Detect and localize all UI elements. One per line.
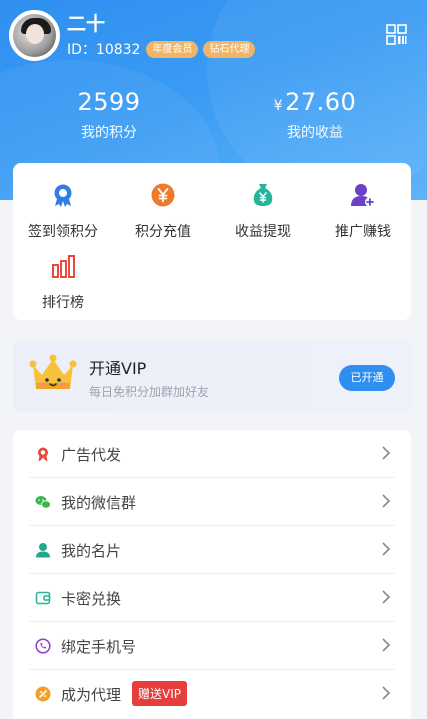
income-stat[interactable]: ¥27.60 我的收益 <box>215 88 415 142</box>
income-label: 我的收益 <box>287 125 343 141</box>
user-id: ID：10832 <box>67 42 141 58</box>
grid-label: 推广赚钱 <box>335 224 391 240</box>
gift-vip-tag: 赠送VIP <box>132 681 187 706</box>
menu-item-bind-phone[interactable]: 绑定手机号 <box>13 622 411 670</box>
feature-grid: 签到领积分 积分充值 收益提现 推广赚钱 排行榜 <box>13 163 411 320</box>
membership-badge: 年度会员 <box>146 40 199 58</box>
yen-coin-icon <box>151 183 175 207</box>
grid-item-recharge[interactable]: 积分充值 <box>113 182 213 241</box>
avatar[interactable] <box>9 10 60 61</box>
menu-list: 广告代发 我的微信群 我的名片 卡密兑换 绑定手机号 成为代理 赠送VIP <box>13 430 411 719</box>
grid-item-ranking[interactable]: 排行榜 <box>13 253 113 312</box>
username: 二十 <box>67 13 106 35</box>
menu-item-become-agent[interactable]: 成为代理 赠送VIP <box>13 670 411 718</box>
add-user-icon <box>351 184 375 207</box>
wechat-icon <box>35 496 51 509</box>
menu-label: 广告代发 <box>61 446 122 464</box>
currency-symbol: ¥ <box>273 98 284 114</box>
grid-label: 积分充值 <box>135 224 191 240</box>
grid-item-withdraw[interactable]: 收益提现 <box>213 182 313 241</box>
chevron-right-icon <box>382 494 391 508</box>
menu-label: 我的名片 <box>61 542 122 560</box>
points-value: 2599 <box>77 88 141 116</box>
chevron-right-icon <box>382 446 391 460</box>
vip-banner[interactable]: 开通VIP 每日免积分加群加好友 已开通 <box>13 341 411 412</box>
phone-icon <box>35 638 51 654</box>
chevron-right-icon <box>382 686 391 700</box>
income-value: 27.60 <box>285 88 357 116</box>
menu-label: 我的微信群 <box>61 494 137 512</box>
user-icon <box>36 543 50 558</box>
menu-item-wechat-groups[interactable]: 我的微信群 <box>13 478 411 526</box>
vip-activated-button[interactable]: 已开通 <box>339 365 395 391</box>
vip-title: 开通VIP <box>89 359 147 378</box>
menu-label: 绑定手机号 <box>61 638 137 656</box>
menu-label: 卡密兑换 <box>61 590 122 608</box>
agent-badge: 钻石代理 <box>203 40 256 58</box>
grid-item-promote[interactable]: 推广赚钱 <box>313 182 413 241</box>
vip-subtitle: 每日免积分加群加好友 <box>89 385 210 399</box>
grid-label: 排行榜 <box>42 295 84 311</box>
award-icon <box>54 184 72 207</box>
chevron-right-icon <box>382 638 391 652</box>
menu-item-ad-posting[interactable]: 广告代发 <box>13 430 411 478</box>
chevron-right-icon <box>382 542 391 556</box>
grid-label: 收益提现 <box>235 224 291 240</box>
menu-item-card-redeem[interactable]: 卡密兑换 <box>13 574 411 622</box>
chevron-right-icon <box>382 590 391 604</box>
money-bag-icon <box>253 184 273 206</box>
grid-label: 签到领积分 <box>28 224 98 240</box>
bar-chart-icon <box>52 255 75 278</box>
qr-code-icon[interactable] <box>386 24 407 45</box>
wallet-icon <box>35 591 51 605</box>
ribbon-icon <box>38 447 48 462</box>
points-label: 我的积分 <box>81 125 137 141</box>
points-stat[interactable]: 2599 我的积分 <box>9 88 209 142</box>
agent-icon <box>35 686 51 702</box>
menu-label: 成为代理 <box>61 686 122 704</box>
menu-item-business-card[interactable]: 我的名片 <box>13 526 411 574</box>
crown-icon <box>29 354 77 389</box>
id-row: ID：10832 年度会员 钻石代理 <box>67 39 260 59</box>
grid-item-checkin[interactable]: 签到领积分 <box>13 182 113 241</box>
